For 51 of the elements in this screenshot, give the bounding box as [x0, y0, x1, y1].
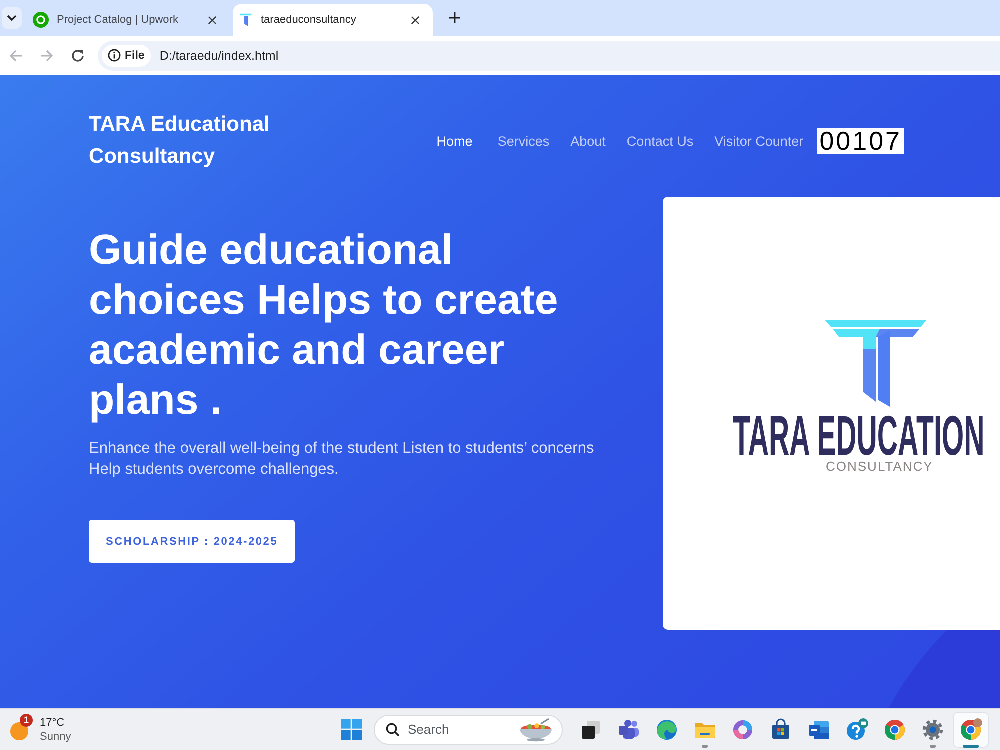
notification-badge: 1 [20, 714, 33, 726]
scholarship-button[interactable]: SCHOLARSHIP : 2024-2025 [89, 520, 296, 563]
tab-title: Project Catalog | Upwork [57, 14, 180, 26]
url-text: D:/taraedu/index.html [160, 48, 279, 62]
taskbar-search-bar[interactable]: Search [374, 714, 563, 744]
sun-icon [10, 722, 29, 740]
search-input[interactable]: Search [408, 722, 508, 737]
visitor-counter: 00107 [816, 128, 904, 154]
favicon-icon [33, 12, 49, 28]
t-logo-icon [239, 12, 253, 28]
running-indicator [930, 744, 936, 748]
temperature-text: 17°C [40, 716, 66, 730]
swirl-icon [655, 718, 679, 742]
tab-title: taraeduconsultancy [261, 14, 358, 26]
address-bar[interactable]: File D:/taraedu/index.html [98, 40, 1000, 70]
weather-condition: Sunny [40, 730, 72, 744]
help-icon [845, 718, 869, 742]
caret-icon [7, 15, 17, 21]
back-arrow-icon [9, 48, 23, 62]
site-info-chip[interactable]: File [102, 44, 151, 66]
browser-tab[interactable]: Project Catalog | Upwork [25, 4, 230, 36]
hero-description: Enhance the overall well-being of the student Listen to students’ concerns Help students overcome challenges. [89, 439, 596, 480]
nav-link[interactable]: Visitor Counter [714, 134, 804, 148]
nav-link[interactable]: Home [436, 134, 473, 148]
nav-link[interactable]: Contact Us [626, 134, 694, 148]
settings-icon [921, 718, 945, 742]
logo-tagline: CONSULTANCY [826, 459, 934, 474]
tab-list-button[interactable] [2, 7, 22, 29]
segmented-circle-icon [883, 718, 907, 742]
search-icon [386, 722, 400, 736]
weather-widget[interactable]: 1 17°C Sunny [0, 716, 334, 744]
chip-label: File [125, 50, 145, 62]
four-squares-icon [340, 719, 362, 740]
info-icon [108, 49, 121, 62]
segmented-circle-icon [959, 718, 983, 742]
t-logo-icon [825, 320, 927, 407]
logo-wordmark: TARA EDUCATION [733, 414, 985, 458]
site-brand[interactable]: TARA Educational Consultancy [89, 109, 294, 173]
close-icon [208, 16, 216, 24]
running-indicator [702, 744, 708, 748]
reload-icon [71, 48, 85, 62]
hero-heading: Guide educational choices Helps to create academic and career plans . [89, 225, 560, 425]
nav-link[interactable]: Services [498, 134, 550, 148]
running-indicator [963, 744, 979, 748]
nav-link[interactable]: About [570, 134, 606, 148]
people-icon [617, 718, 641, 742]
close-icon [410, 16, 420, 24]
ring-icon [731, 718, 755, 742]
forward-arrow-icon [40, 48, 54, 62]
browser-tab[interactable]: taraeduconsultancy [233, 4, 433, 36]
plus-icon [449, 12, 461, 24]
